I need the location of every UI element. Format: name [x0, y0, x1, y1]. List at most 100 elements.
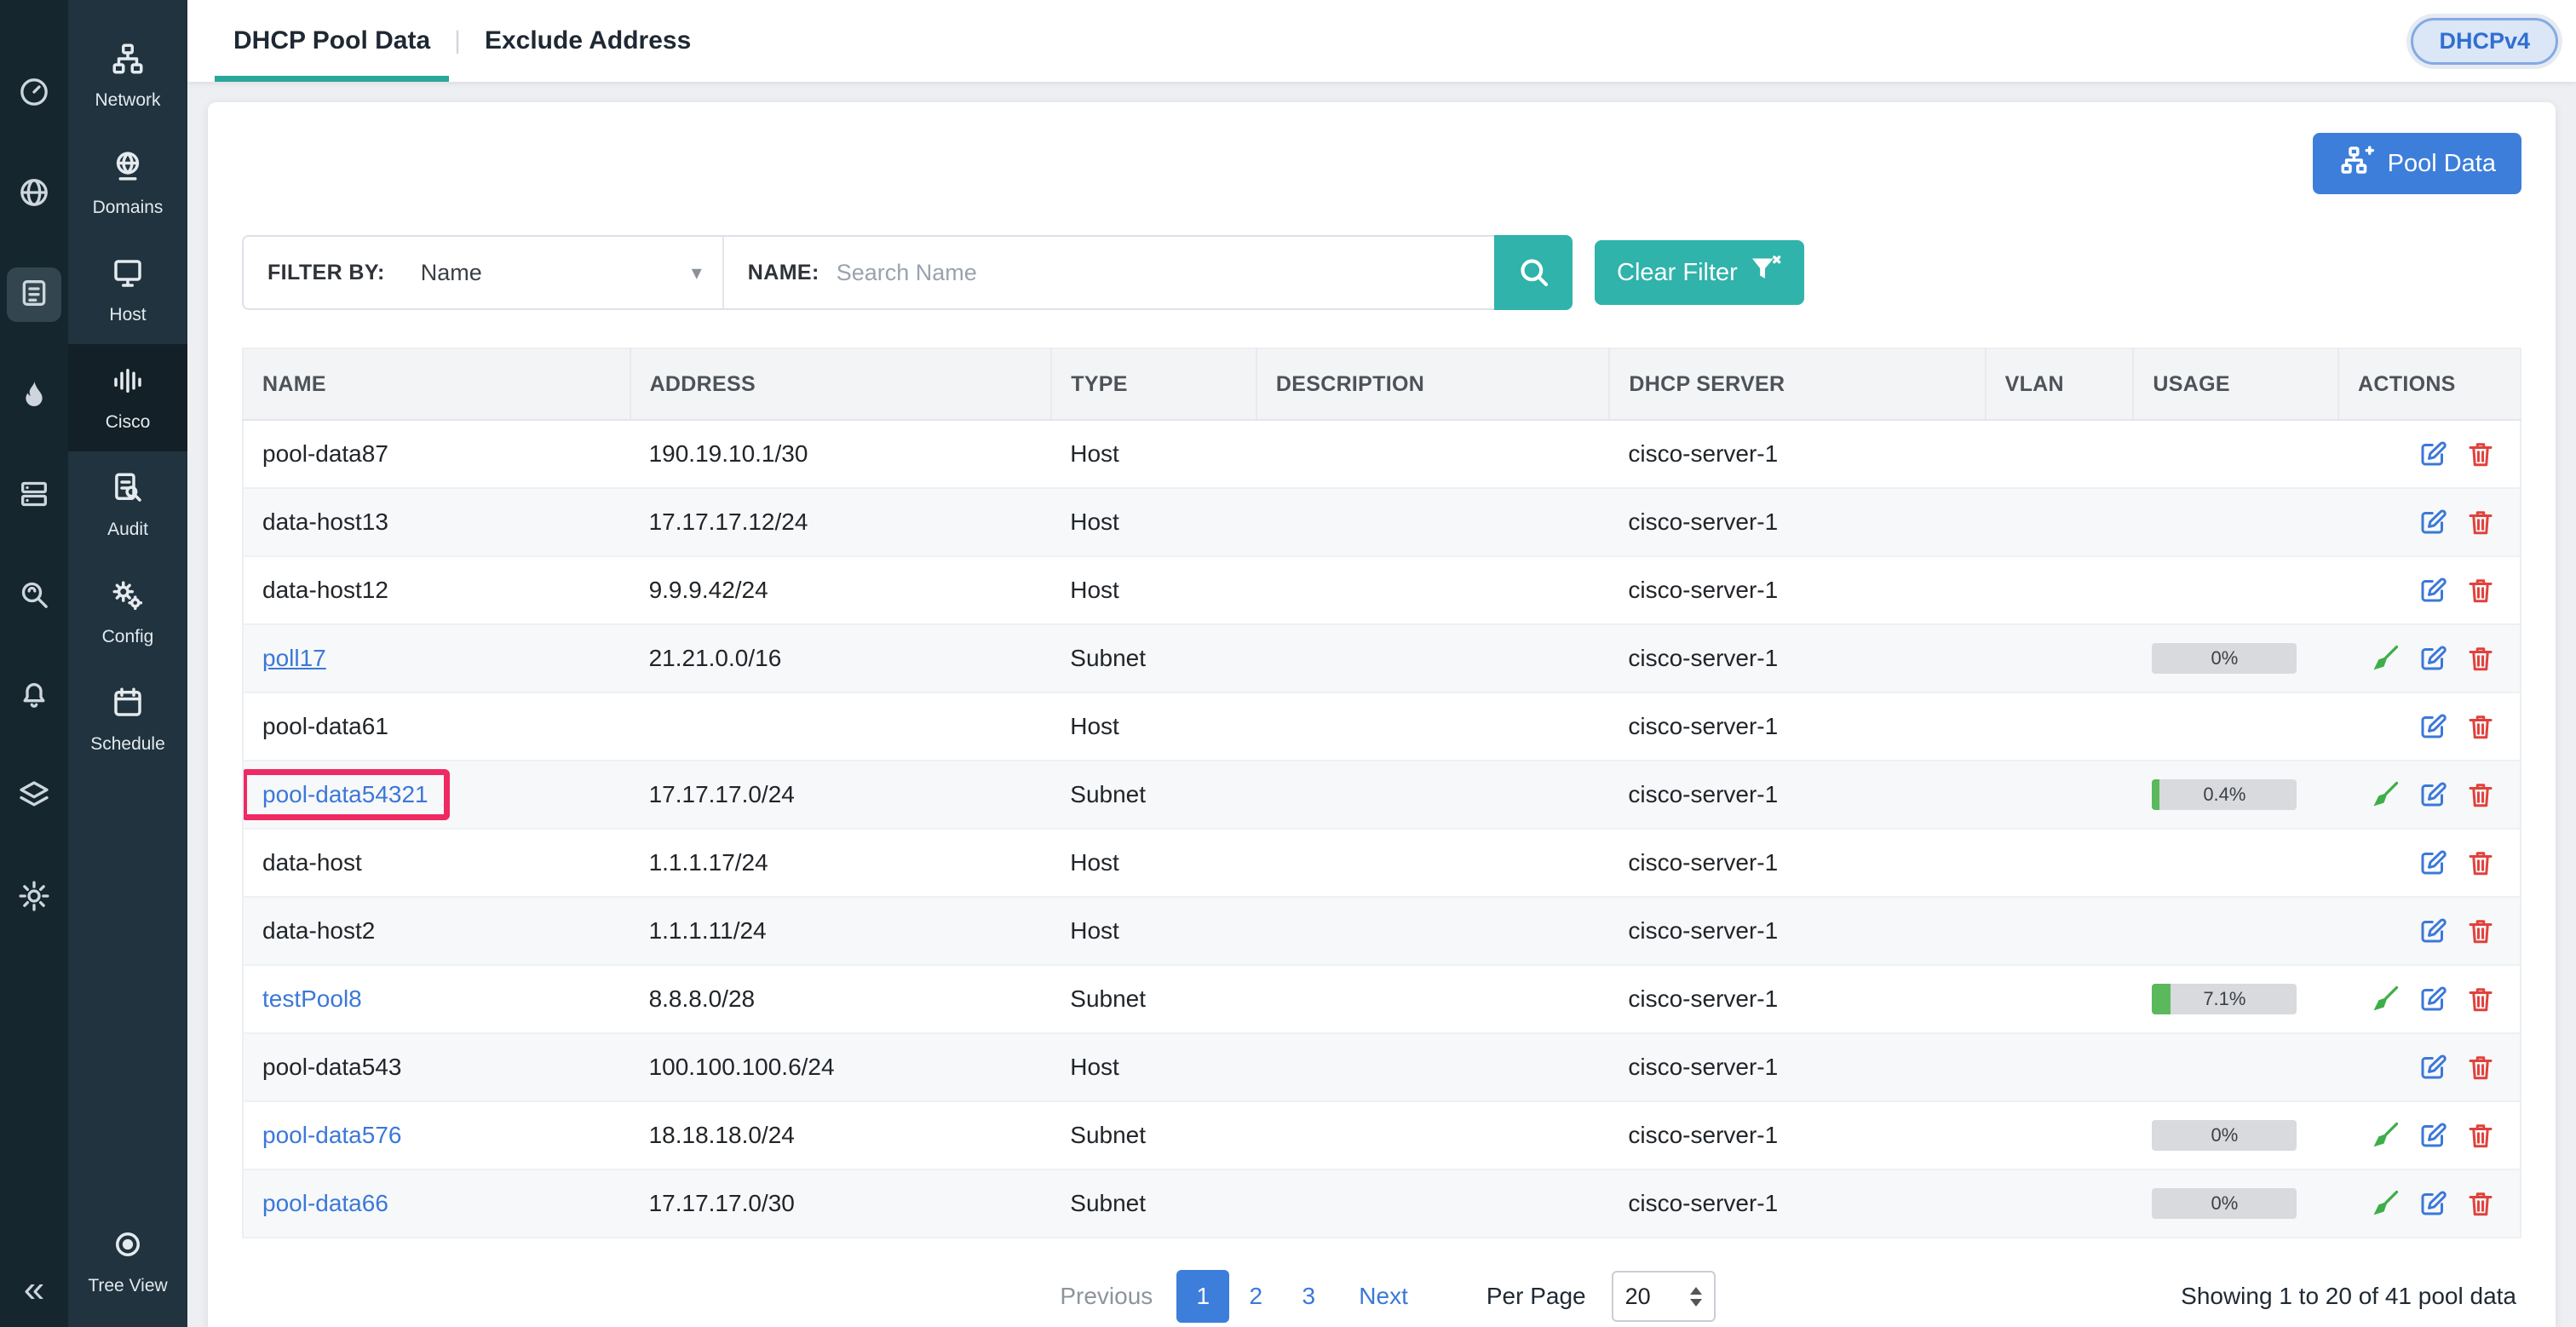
edit-button[interactable] [2418, 779, 2448, 810]
delete-button[interactable] [2465, 916, 2496, 946]
rail-item-bell[interactable] [7, 669, 61, 724]
cell-actions [2338, 965, 2521, 1033]
cell-address: 21.21.0.0/16 [630, 624, 1052, 692]
pagination-previous[interactable]: Previous [1048, 1283, 1164, 1310]
cell-name: pool-data543 [243, 1033, 630, 1101]
collapse-chevrons-icon[interactable]: « [24, 1271, 44, 1308]
rail-item-user-search[interactable] [7, 569, 61, 623]
rail-item-layers[interactable] [7, 770, 61, 824]
protocol-toggle[interactable]: DHCPv4 [2406, 14, 2562, 69]
delete-button[interactable] [2465, 711, 2496, 742]
pool-name-text: pool-data543 [262, 1054, 401, 1080]
edit-button[interactable] [2418, 1120, 2448, 1151]
rail-item-tools[interactable] [7, 870, 61, 925]
sidebar-item-audit[interactable]: Audit [68, 451, 187, 559]
delete-icon [2465, 507, 2496, 537]
clean-button[interactable] [2370, 643, 2401, 674]
rail-item-servers[interactable] [7, 468, 61, 523]
delete-button[interactable] [2465, 847, 2496, 878]
pool-name-link[interactable]: pool-data66 [262, 1190, 388, 1216]
per-page-select[interactable]: 20 [1612, 1271, 1716, 1322]
search-name-input[interactable] [819, 260, 1494, 286]
delete-button[interactable] [2465, 507, 2496, 537]
clean-button[interactable] [2370, 984, 2401, 1014]
tab-dhcp-pool-data[interactable]: DHCP Pool Data [211, 0, 452, 82]
delete-icon [2465, 1052, 2496, 1083]
pool-name-link[interactable]: pool-data54321 [262, 781, 428, 807]
sidebar-item-schedule[interactable]: Schedule [68, 666, 187, 773]
edit-button[interactable] [2418, 916, 2448, 946]
cell-dhcp-server: cisco-server-1 [1609, 1033, 1985, 1101]
clean-button[interactable] [2370, 779, 2401, 810]
cell-type: Host [1051, 556, 1256, 624]
cell-type: Host [1051, 1033, 1256, 1101]
delete-button[interactable] [2465, 1052, 2496, 1083]
sidebar-item-tree-view[interactable]: Tree View [68, 1208, 187, 1315]
sidebar-item-label: Config [102, 627, 154, 647]
dns-globe-icon [17, 175, 51, 214]
page-1-button[interactable]: 1 [1176, 1270, 1229, 1323]
cell-address: 17.17.17.12/24 [630, 488, 1052, 556]
delete-button[interactable] [2465, 984, 2496, 1014]
add-pool-data-button[interactable]: Pool Data [2313, 133, 2521, 194]
edit-button[interactable] [2418, 984, 2448, 1014]
pagination-next[interactable]: Next [1347, 1283, 1420, 1310]
pagination-summary: Showing 1 to 20 of 41 pool data [2181, 1283, 2516, 1310]
delete-button[interactable] [2465, 643, 2496, 674]
search-button[interactable] [1494, 235, 1573, 310]
rail-item-flame[interactable] [7, 368, 61, 422]
pool-name-text: data-host13 [262, 508, 388, 535]
delete-icon [2465, 847, 2496, 878]
clean-button[interactable] [2370, 1120, 2401, 1151]
chevron-down-icon: ▾ [692, 261, 702, 285]
rail-item-dns-globe[interactable] [7, 167, 61, 221]
delete-button[interactable] [2465, 1188, 2496, 1219]
column-actions: ACTIONS [2338, 348, 2521, 420]
table-row: data-host 1.1.1.17/24 Host cisco-server-… [243, 829, 2521, 897]
edit-button[interactable] [2418, 847, 2448, 878]
page-3-button[interactable]: 3 [1282, 1270, 1335, 1323]
pool-name-text: pool-data87 [262, 440, 388, 467]
cell-usage: 0% [2133, 1169, 2338, 1238]
edit-icon [2418, 847, 2448, 878]
clear-filter-button[interactable]: Clear Filter [1595, 240, 1804, 305]
edit-button[interactable] [2418, 575, 2448, 606]
clean-icon [2370, 643, 2401, 674]
filter-row: FILTER BY: Name ▾ NAME: Clear Filter [242, 235, 2521, 310]
cell-description [1256, 1101, 1609, 1169]
edit-button[interactable] [2418, 507, 2448, 537]
pool-name-link[interactable]: testPool8 [262, 985, 362, 1012]
delete-button[interactable] [2465, 575, 2496, 606]
sidebar-item-host[interactable]: Host [68, 237, 187, 344]
edit-button[interactable] [2418, 711, 2448, 742]
cell-description [1256, 897, 1609, 965]
rail-item-gauge[interactable] [7, 66, 61, 121]
edit-button[interactable] [2418, 1188, 2448, 1219]
delete-button[interactable] [2465, 439, 2496, 469]
cell-usage [2133, 897, 2338, 965]
edit-button[interactable] [2418, 439, 2448, 469]
cell-vlan [1986, 556, 2134, 624]
delete-button[interactable] [2465, 779, 2496, 810]
sidebar-item-label: Host [109, 305, 146, 325]
tab-exclude-address[interactable]: Exclude Address [463, 0, 713, 82]
pool-name-link[interactable]: poll17 [262, 645, 326, 671]
clean-icon [2370, 984, 2401, 1014]
sidebar-item-network[interactable]: Network [68, 22, 187, 129]
sidebar-item-cisco[interactable]: Cisco [68, 344, 187, 451]
edit-button[interactable] [2418, 1052, 2448, 1083]
delete-button[interactable] [2465, 1120, 2496, 1151]
cell-dhcp-server: cisco-server-1 [1609, 556, 1985, 624]
clean-button[interactable] [2370, 1188, 2401, 1219]
cell-type: Host [1051, 897, 1256, 965]
cell-type: Host [1051, 420, 1256, 488]
cell-dhcp-server: cisco-server-1 [1609, 965, 1985, 1033]
sidebar-item-domains[interactable]: Domains [68, 129, 187, 237]
pool-name-link[interactable]: pool-data576 [262, 1122, 401, 1148]
page-2-button[interactable]: 2 [1229, 1270, 1282, 1323]
filter-by-select[interactable]: Name ▾ [421, 260, 702, 286]
edit-button[interactable] [2418, 643, 2448, 674]
rail-item-notes[interactable] [7, 267, 61, 322]
edit-icon [2418, 779, 2448, 810]
sidebar-item-config[interactable]: Config [68, 559, 187, 666]
